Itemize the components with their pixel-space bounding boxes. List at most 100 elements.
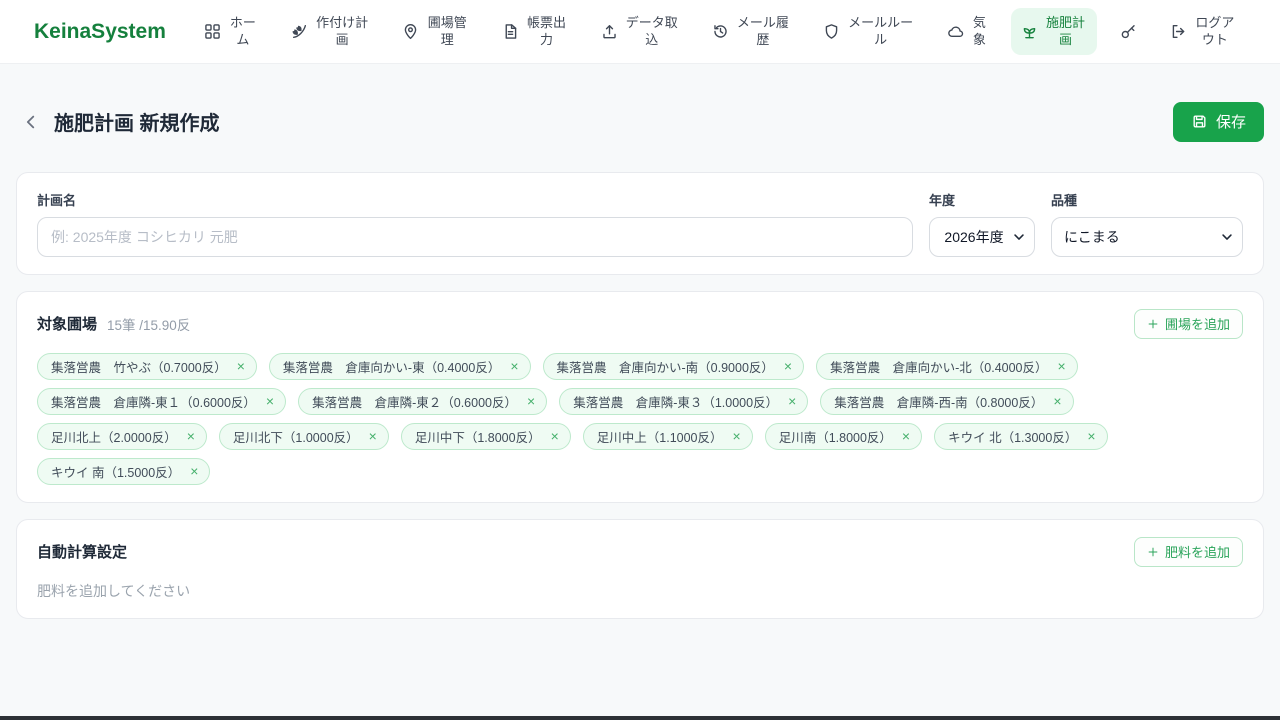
nav-item-api-key[interactable] [1110, 16, 1147, 47]
bottom-edge-bar [0, 716, 1280, 720]
field-chip: キウイ 北（1.3000反） × [934, 422, 1108, 450]
sprout-icon [1021, 23, 1038, 40]
field-chip-label: 足川中上（1.1000反） [596, 430, 723, 445]
remove-chip-icon[interactable]: × [1087, 429, 1095, 443]
year-select[interactable]: 2026年度 [929, 216, 1035, 257]
field-chip: 集落営農 倉庫隣-東３（1.0000反） × [559, 387, 809, 415]
field-chip: 集落営農 倉庫向かい-南（0.9000反） × [542, 352, 805, 380]
nav-item-label: 施肥計画 [1046, 14, 1086, 47]
page-header: 施肥計画 新規作成 保存 [16, 94, 1264, 150]
back-button[interactable] [18, 109, 44, 135]
plan-name-label: 計画名 [37, 192, 77, 208]
wheat-icon [291, 23, 308, 40]
field-chip-label: キウイ 南（1.5000反） [51, 465, 181, 480]
target-fields-card: 対象圃場 15筆 /15.90反 圃場を追加 集落営農 竹やぶ（0.7000反）… [16, 290, 1264, 503]
field-chip-label: 足川北上（2.0000反） [51, 430, 177, 445]
shield-icon [823, 23, 840, 40]
history-icon [712, 23, 729, 40]
field-chip: 集落営農 倉庫隣-西-南（0.8000反） × [820, 387, 1074, 415]
brand-logo[interactable]: KeinaSystem [34, 20, 166, 44]
plus-icon [1147, 318, 1159, 330]
field-chip-label: 集落営農 倉庫向かい-北（0.4000反） [830, 360, 1048, 375]
field-chip-label: 集落営農 倉庫向かい-東（0.4000反） [282, 360, 501, 375]
remove-chip-icon[interactable]: × [788, 394, 796, 408]
field-chip-label: 集落営農 倉庫隣-東２（0.6000反） [312, 395, 517, 410]
top-navbar: KeinaSystem ホーム 作付け計画 圃場管理 帳票出力 データ取込 メール履歴 メー… [0, 0, 1280, 64]
variety-label: 品種 [1051, 192, 1078, 208]
logout-icon [1170, 23, 1187, 40]
field-chip-label: 集落営農 倉庫隣-東１（0.6000反） [51, 395, 256, 410]
plan-name-input[interactable] [37, 216, 913, 257]
field-chip: 足川北下（1.0000反） × [218, 422, 389, 450]
remove-chip-icon[interactable]: × [369, 429, 377, 443]
map-pin-icon [402, 23, 419, 40]
nav-item-data-import[interactable]: データ取込 [591, 8, 689, 55]
remove-chip-icon[interactable]: × [510, 359, 518, 373]
variety-field-group: 品種 にこまる [1051, 190, 1243, 257]
field-chip: 足川南（1.8000反） × [764, 422, 923, 450]
save-icon [1191, 113, 1208, 130]
nav-item-label: データ取込 [625, 14, 678, 47]
nav-item-planting-plan[interactable]: 作付け計画 [281, 8, 379, 55]
nav-item-report-output[interactable]: 帳票出力 [492, 8, 578, 55]
nav-item-field-management[interactable]: 圃場管理 [392, 8, 478, 55]
nav-item-label: 帳票出力 [527, 14, 567, 47]
field-chip-label: 足川南（1.8000反） [778, 430, 892, 445]
field-chip: 足川中上（1.1000反） × [582, 422, 753, 450]
field-chip: 集落営農 倉庫向かい-北（0.4000反） × [816, 352, 1078, 380]
nav-item-label: 圃場管理 [427, 14, 467, 47]
nav-item-logout[interactable]: ログアウト [1160, 8, 1246, 55]
nav-item-label: ログアウト [1195, 14, 1235, 47]
cloud-icon [947, 23, 964, 40]
field-chip: 足川中下（1.8000反） × [400, 422, 571, 450]
field-chip-label: 集落営農 倉庫隣-西-南（0.8000反） [834, 395, 1044, 410]
plan-name-field-group: 計画名 [37, 190, 913, 257]
variety-select[interactable]: にこまる [1051, 216, 1243, 257]
nav-item-weather[interactable]: 気象 [937, 8, 997, 55]
field-chip-label: 足川北下（1.0000反） [232, 430, 359, 445]
remove-chip-icon[interactable]: × [1053, 394, 1061, 408]
document-icon [502, 23, 519, 40]
remove-chip-icon[interactable]: × [266, 394, 274, 408]
field-chip: 集落営農 倉庫向かい-東（0.4000反） × [268, 352, 531, 380]
field-chip: キウイ 南（1.5000反） × [37, 457, 211, 485]
nav-item-label: ホーム [229, 14, 256, 47]
remove-chip-icon[interactable]: × [733, 429, 741, 443]
chevron-left-icon [22, 113, 40, 131]
fields-summary: 15筆 /15.90反 [107, 317, 191, 333]
field-chip-label: 集落営農 竹やぶ（0.7000反） [51, 360, 227, 375]
nav-item-label: 作付け計画 [316, 14, 369, 47]
remove-chip-icon[interactable]: × [1058, 359, 1066, 373]
add-field-button-label: 圃場を追加 [1164, 317, 1230, 333]
field-chip: 集落営農 倉庫隣-東１（0.6000反） × [37, 387, 287, 415]
fertilizer-empty-message: 肥料を追加してください [37, 582, 191, 599]
target-fields-title: 対象圃場 [37, 316, 98, 334]
field-chip-label: キウイ 北（1.3000反） [948, 430, 1078, 445]
field-chip-label: 集落営農 倉庫向かい-南（0.9000反） [556, 360, 774, 375]
add-fertilizer-button[interactable]: 肥料を追加 [1133, 536, 1243, 567]
add-fertilizer-button-label: 肥料を追加 [1164, 545, 1230, 561]
nav-item-fertilization-plan[interactable]: 施肥計画 [1010, 7, 1097, 56]
add-field-button[interactable]: 圃場を追加 [1133, 308, 1243, 339]
remove-chip-icon[interactable]: × [551, 429, 559, 443]
nav-item-mail-rules[interactable]: メールルール [813, 8, 924, 55]
nav-item-label: 気象 [972, 14, 986, 47]
field-chip: 足川北上（2.0000反） × [37, 422, 207, 450]
remove-chip-icon[interactable]: × [527, 394, 535, 408]
plus-icon [1147, 546, 1159, 558]
nav-item-home[interactable]: ホーム [194, 8, 268, 55]
year-field-group: 年度 2026年度 [929, 190, 1035, 257]
remove-chip-icon[interactable]: × [237, 359, 245, 373]
nav-item-mail-history[interactable]: メール履歴 [702, 8, 800, 55]
nav-item-label: メール履歴 [736, 14, 789, 47]
save-button[interactable]: 保存 [1172, 101, 1264, 142]
auto-calc-card: 自動計算設定 肥料を追加 肥料を追加してください [16, 518, 1264, 619]
nav-item-label: メールルール [848, 14, 914, 47]
remove-chip-icon[interactable]: × [190, 464, 198, 478]
remove-chip-icon[interactable]: × [784, 359, 792, 373]
field-chip: 集落営農 倉庫隣-東２（0.6000反） × [298, 387, 548, 415]
upload-icon [601, 23, 618, 40]
remove-chip-icon[interactable]: × [187, 429, 195, 443]
remove-chip-icon[interactable]: × [902, 429, 910, 443]
field-chip-label: 足川中下（1.8000反） [414, 430, 541, 445]
